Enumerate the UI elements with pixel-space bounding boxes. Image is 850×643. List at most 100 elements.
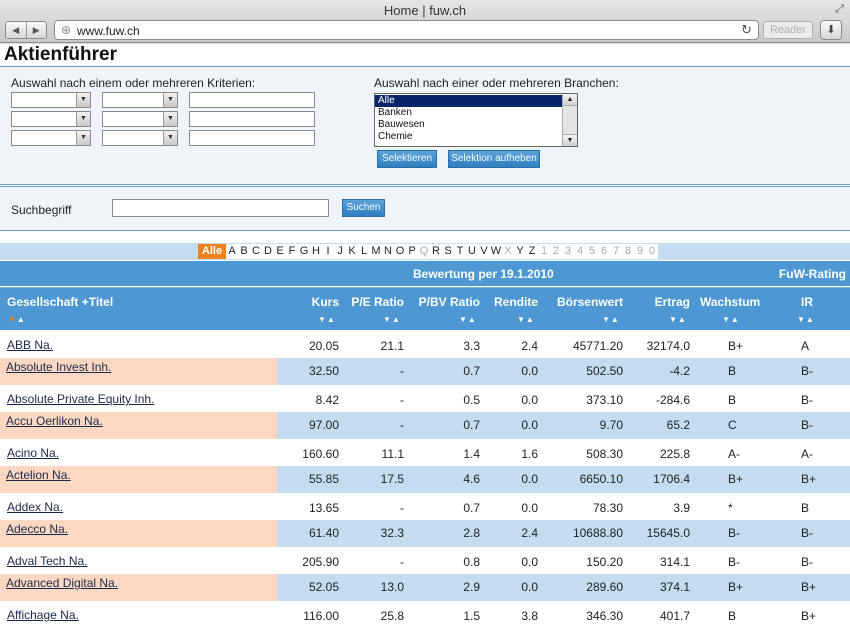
criteria-select-3a[interactable]: ▼ [11,130,91,146]
branches-listbox[interactable]: Alle Banken Bauwesen Chemie ▲ ▼ [374,93,578,147]
cell-ir: A [801,339,810,353]
sort-down-icon[interactable]: ▼ [669,315,678,324]
letter-filter[interactable]: T [454,244,466,259]
reload-icon[interactable]: ↻ [741,22,752,38]
company-link[interactable]: ABB Na. [7,338,53,352]
criteria-select-2a[interactable]: ▼ [11,111,91,127]
branch-option[interactable]: Alle [375,95,563,107]
sort-up-icon[interactable]: ▲ [392,315,401,324]
letter-filter: 7 [612,245,620,257]
letter-filter[interactable]: S [442,244,454,259]
criteria-input-1[interactable] [189,92,315,108]
column-header-ertrag[interactable]: Ertrag [655,295,690,309]
search-input[interactable] [112,199,329,217]
address-bar[interactable]: ⊕ www.fuw.ch ↻ [54,20,759,40]
letter-filter[interactable]: E [274,244,286,259]
letter-filter[interactable]: F [286,244,298,259]
sort-down-icon[interactable]: ▼ [722,315,731,324]
company-link[interactable]: Accu Oerlikon Na. [6,414,103,428]
sort-up-icon[interactable]: ▲ [327,315,336,324]
fullscreen-icon[interactable]: ⤢ [835,3,844,16]
sort-down-icon[interactable]: ▼ [8,315,17,324]
letter-filter[interactable]: L [358,244,370,259]
letter-filter[interactable]: P [406,244,418,259]
column-header-rendite[interactable]: Rendite [494,295,538,309]
company-link[interactable]: Absolute Private Equity Inh. [7,392,154,406]
criteria-input-2[interactable] [189,111,315,127]
sort-up-icon[interactable]: ▲ [17,315,26,324]
select-button[interactable]: Selektieren [377,150,437,168]
sort-down-icon[interactable]: ▼ [797,315,806,324]
letter-filter[interactable]: Z [526,244,538,259]
search-button[interactable]: Suchen [342,199,385,217]
column-header-kurs[interactable]: Kurs [312,295,339,309]
sort-up-icon[interactable]: ▲ [731,315,740,324]
company-link[interactable]: Addex Na. [7,500,63,514]
cell-rendite: 0.0 [521,501,538,515]
letter-filter[interactable]: W [490,244,502,259]
branch-option[interactable]: Bauwesen [375,119,563,131]
branch-option[interactable]: Banken [375,107,563,119]
column-header-pbv[interactable]: P/BV Ratio [419,295,480,309]
criteria-select-1b[interactable]: ▼ [102,92,178,108]
letter-filter[interactable]: V [478,244,490,259]
scroll-down-icon[interactable]: ▼ [563,134,577,146]
criteria-select-3b[interactable]: ▼ [102,130,178,146]
sort-down-icon[interactable]: ▼ [383,315,392,324]
sort-up-icon[interactable]: ▲ [611,315,620,324]
letter-all[interactable]: Alle [198,244,226,259]
letter-filter[interactable]: G [298,244,310,259]
company-link[interactable]: Adecco Na. [6,522,68,536]
company-link[interactable]: Actelion Na. [6,468,71,482]
letter-filter[interactable]: R [430,244,442,259]
column-header-wachstum[interactable]: Wachstum [700,295,760,309]
branch-option[interactable]: Chemie [375,131,563,143]
letter-filter[interactable]: I [322,244,334,259]
column-header-name[interactable]: Gesellschaft +Titel [7,295,113,309]
reader-button[interactable]: Reader [763,21,813,39]
sort-up-icon[interactable]: ▲ [678,315,687,324]
url-text[interactable]: www.fuw.ch [77,24,140,38]
letter-filter[interactable]: U [466,244,478,259]
column-header-pe[interactable]: P/E Ratio [351,295,404,309]
criteria-select-2b[interactable]: ▼ [102,111,178,127]
company-link[interactable]: Adval Tech Na. [7,554,88,568]
letter-filter[interactable]: M [370,244,382,259]
sort-down-icon[interactable]: ▼ [318,315,327,324]
letter-filter[interactable]: C [250,244,262,259]
column-header-ir[interactable]: IR [801,295,813,309]
criteria-input-3[interactable] [189,130,315,146]
letter-filter[interactable]: D [262,244,274,259]
listbox-scrollbar[interactable]: ▲ ▼ [562,94,577,146]
sort-up-icon[interactable]: ▲ [806,315,815,324]
letter-filter[interactable]: K [346,244,358,259]
sort-up-icon[interactable]: ▲ [468,315,477,324]
letter-filter[interactable]: O [394,244,406,259]
sort-down-icon[interactable]: ▼ [517,315,526,324]
cell-kurs: 20.05 [308,339,339,353]
sort-up-icon[interactable]: ▲ [526,315,535,324]
letter-filter[interactable]: B [238,244,250,259]
letter-filter[interactable]: A [226,244,238,259]
letter-filter[interactable]: N [382,244,394,259]
sort-down-icon[interactable]: ▼ [459,315,468,324]
scroll-up-icon[interactable]: ▲ [563,94,577,106]
letter-filter[interactable]: Y [514,244,526,259]
sort-down-icon[interactable]: ▼ [602,315,611,324]
company-link[interactable]: Acino Na. [7,446,59,460]
clear-selection-button[interactable]: Selektion aufheben [448,150,540,168]
criteria-select-1a[interactable]: ▼ [11,92,91,108]
company-link[interactable]: Affichage Na. [7,608,79,622]
search-label: Suchbegriff [11,203,72,217]
company-link[interactable]: Advanced Digital Na. [6,576,118,590]
forward-button[interactable]: ▶ [25,22,47,38]
letter-filter[interactable]: H [310,244,322,259]
cell-rendite: 2.4 [521,526,538,540]
cell-rendite: 0.0 [521,418,538,432]
company-link[interactable]: Absolute Invest Inh. [6,360,111,374]
letter-filter[interactable]: J [334,244,346,259]
cell-ir: B- [801,364,813,378]
back-button[interactable]: ◀ [6,22,26,38]
downloads-icon[interactable]: ⬇ [820,20,842,40]
column-header-boersenwert[interactable]: Börsenwert [557,295,623,309]
